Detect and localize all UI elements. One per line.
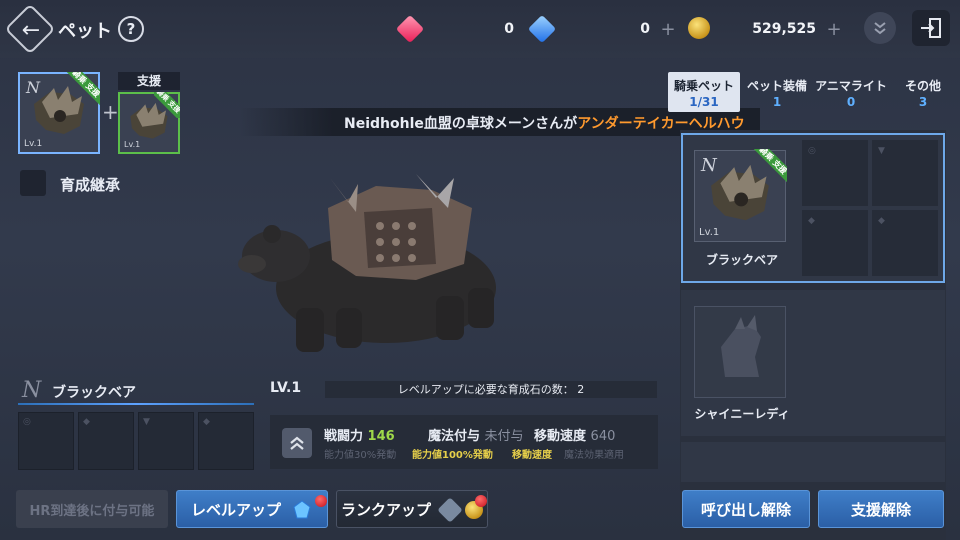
double-chevron-down-icon: [874, 22, 886, 35]
notification-dot: [475, 495, 487, 507]
add-blue-gem-button[interactable]: +: [658, 19, 678, 40]
main-pet-slot[interactable]: N 騎乗 支援 Lv.1: [18, 72, 100, 154]
stat-sub-4: 魔法効果適用: [564, 450, 624, 461]
pet-card-icon: [694, 306, 786, 398]
equip-slot-1[interactable]: ◎: [18, 412, 74, 470]
plus-icon: +: [102, 100, 119, 124]
stat-sub-3: 移動速度: [512, 450, 552, 461]
main-pet-level: Lv.1: [24, 139, 43, 149]
grade-n-mark: N: [22, 378, 42, 403]
level-label: LV.1: [270, 380, 302, 396]
tab-other[interactable]: その他 3: [892, 72, 954, 112]
mount-support-badge: 騎乗 支援: [749, 149, 787, 187]
help-button[interactable]: ?: [118, 16, 144, 42]
exit-button[interactable]: [912, 10, 950, 46]
tab-mount-pet[interactable]: 騎乗ペット 1/31: [668, 72, 740, 112]
blue-gem-value: 0: [640, 21, 650, 37]
exit-door-icon: [921, 18, 941, 38]
red-gem-value: 0: [504, 21, 514, 37]
gold-coin-value: 529,525: [752, 21, 816, 37]
blue-gem-counter: [527, 14, 557, 44]
magic-enchant: 魔法付与 未付与: [428, 429, 524, 444]
inherit-checkbox[interactable]: [20, 170, 46, 196]
support-pet-slot[interactable]: 騎乗 支援 Lv.1: [118, 92, 180, 154]
dragon-silhouette-icon: [721, 315, 761, 377]
notification-dot: [315, 495, 327, 507]
move-speed: 移動速度 640: [534, 429, 616, 444]
pet-card[interactable]: [681, 442, 945, 482]
blue-stone-icon: [293, 500, 311, 519]
red-gem-counter: [395, 14, 425, 44]
collapse-menu-button[interactable]: [864, 12, 896, 44]
combat-power: 戦闘力 146: [324, 429, 395, 444]
release-summon-button[interactable]: 呼び出し解除: [682, 490, 810, 528]
divider: [18, 403, 254, 405]
pet-equip-slot: ◆: [802, 210, 868, 276]
back-arrow-icon: ←: [21, 17, 41, 43]
tab-pet-equip[interactable]: ペット装備 1: [742, 72, 812, 112]
mount-support-badge: 騎乗 支援: [66, 72, 100, 106]
add-gold-button[interactable]: +: [824, 19, 844, 40]
blue-gem-icon: [527, 14, 557, 44]
stat-sub-1: 能力値30%発動: [324, 450, 397, 461]
equip-slot-2[interactable]: ◆: [78, 412, 134, 470]
pet-card-name: ブラックベア: [705, 253, 778, 267]
support-label: 支援: [118, 72, 180, 90]
support-pet-level: Lv.1: [124, 140, 141, 149]
red-gem-icon: [395, 14, 425, 44]
level-requirement: レベルアップに必要な育成石の数： 2: [325, 381, 657, 398]
rank-chevron-icon: [282, 428, 312, 458]
pet-card-icon: N 騎乗 支援 Lv.1: [694, 149, 787, 242]
selected-pet-name: ブラックベア: [52, 385, 136, 401]
pet-equip-slot: ▼: [872, 140, 938, 206]
release-support-button[interactable]: 支援解除: [818, 490, 944, 528]
gold-coin-icon: [688, 17, 710, 39]
equip-slot-4[interactable]: ◆: [198, 412, 254, 470]
inherit-label: 育成継承: [60, 176, 121, 194]
page-title: ペット: [58, 21, 112, 42]
stat-sub-2: 能力値100%発動: [412, 450, 493, 461]
level-up-button[interactable]: レベルアップ: [176, 490, 328, 528]
mount-support-badge: 騎乗 支援: [154, 92, 180, 118]
pet-card-name: シャイニーレディ: [694, 407, 790, 421]
tab-animalight[interactable]: アニマライト 0: [814, 72, 888, 112]
enchant-disabled-button: HR到達後に付与可能: [16, 490, 168, 528]
rank-up-button[interactable]: ランクアップ: [336, 490, 488, 528]
pet-equip-slot: ◎: [802, 140, 868, 206]
pet-model-image: [236, 168, 516, 360]
rank-stone-icon: [437, 497, 463, 523]
pet-equip-slot: ◆: [872, 210, 938, 276]
equip-slot-3[interactable]: ▼: [138, 412, 194, 470]
